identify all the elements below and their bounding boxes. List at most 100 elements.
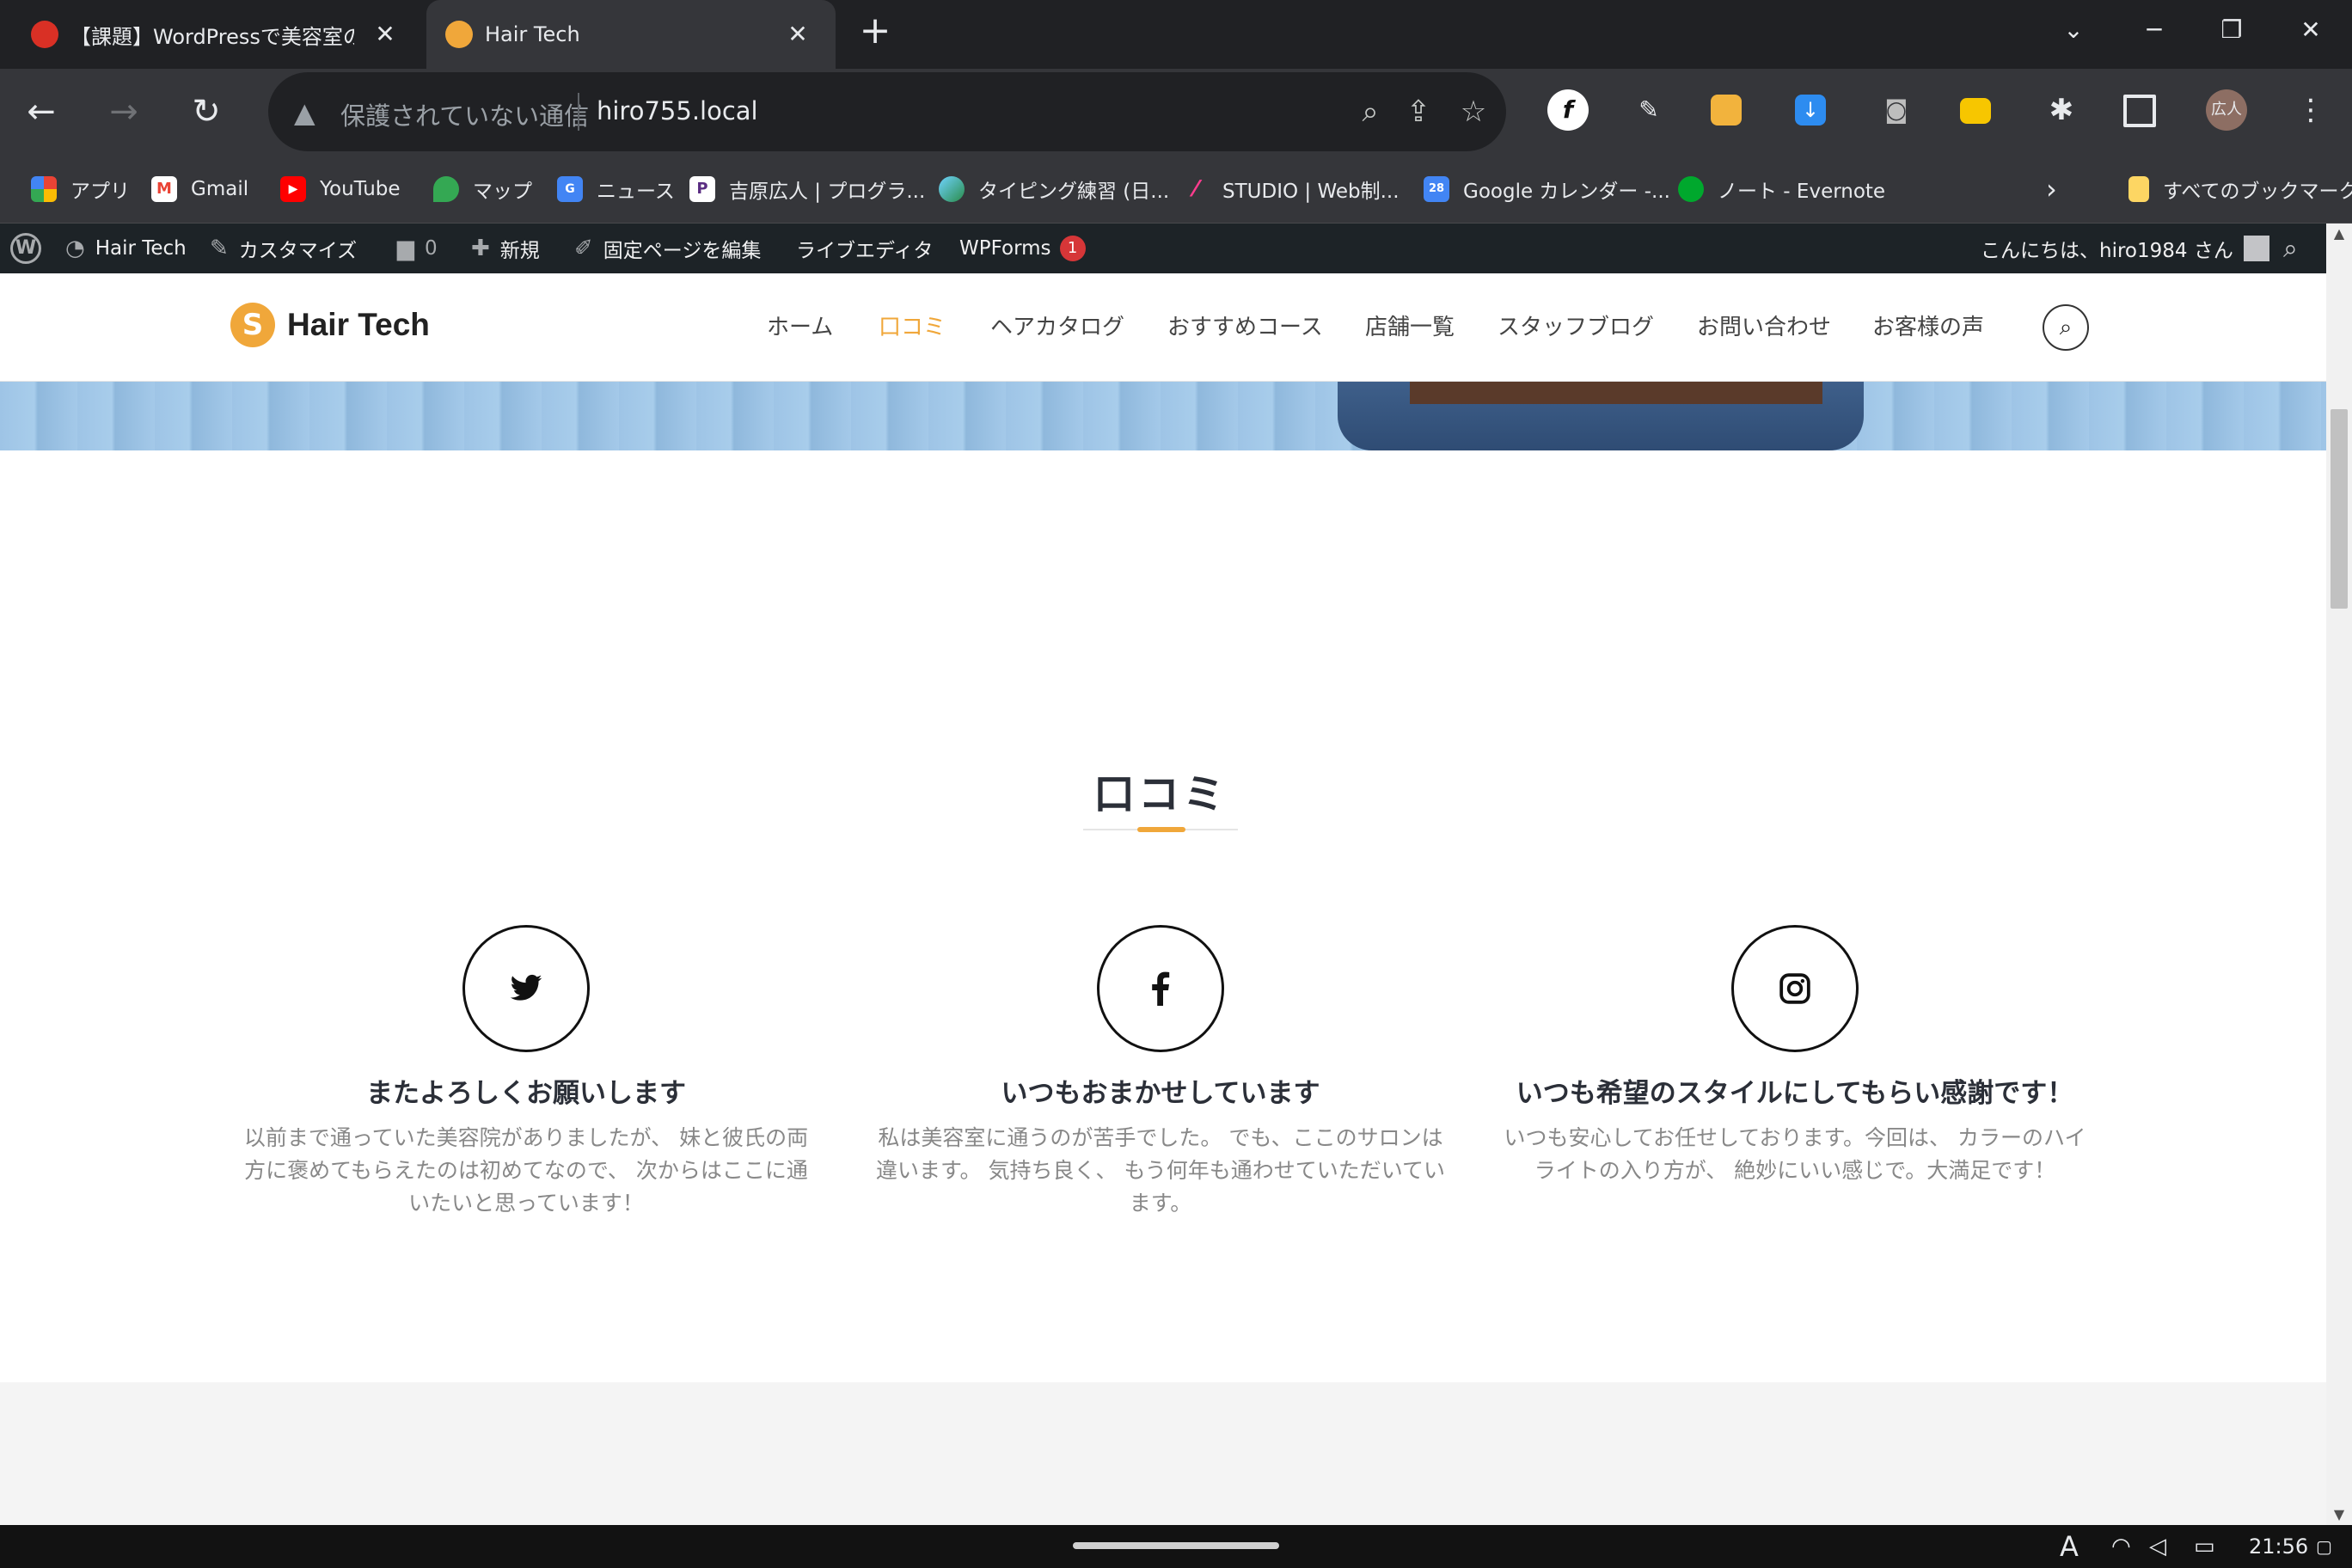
- bookmark-gmail[interactable]: M Gmail: [151, 174, 248, 205]
- clock[interactable]: 21:56: [2249, 1532, 2308, 1561]
- wp-new-label: 新規: [499, 240, 540, 262]
- back-icon[interactable]: ←: [19, 89, 64, 134]
- pencil-icon: ✐: [574, 236, 593, 261]
- page-scrollbar[interactable]: ▲ ▼: [2326, 224, 2352, 1525]
- comment-icon: ▆: [397, 236, 414, 261]
- volume-icon[interactable]: ◁: [2149, 1532, 2166, 1561]
- close-tab-icon[interactable]: ✕: [370, 19, 401, 50]
- bookmark-maps[interactable]: マップ: [433, 174, 532, 205]
- gesture-handle[interactable]: [1073, 1542, 1279, 1549]
- instagram-icon[interactable]: [1731, 925, 1859, 1052]
- close-window-icon[interactable]: ✕: [2285, 9, 2337, 52]
- wp-new-link[interactable]: ✚ 新規: [471, 224, 540, 273]
- wp-wpforms-label: WPForms: [959, 237, 1051, 260]
- typing-icon: [939, 176, 965, 202]
- wp-live-editor-label: ライブエディタ: [796, 240, 934, 262]
- font-ext-icon[interactable]: f: [1547, 89, 1589, 131]
- tab-strip: 【課題】WordPressで美容室のサ ✕ Hair Tech ✕ + ⌄ ─ …: [0, 0, 2352, 69]
- wp-edit-page-link[interactable]: ✐ 固定ページを編集: [574, 224, 761, 273]
- camera-ext-icon[interactable]: ◙: [1876, 89, 1917, 131]
- wp-account-link[interactable]: こんにちは、hiro1984 さん: [1981, 224, 2269, 273]
- battery-icon[interactable]: ▭: [2194, 1532, 2215, 1561]
- notifications-icon[interactable]: ▢: [2316, 1532, 2332, 1561]
- bookmark-youtube[interactable]: ▶ YouTube: [280, 174, 401, 205]
- review-card: いつもおまかせしています 私は美容室に通うのが苦手でした。 でも、ここのサロンは…: [860, 925, 1461, 1220]
- profile-avatar[interactable]: 広人: [2206, 89, 2247, 131]
- nav-stores[interactable]: 店舗一覧: [1365, 309, 1455, 341]
- all-bookmarks[interactable]: すべてのブックマーク: [2128, 174, 2352, 205]
- side-panel-icon[interactable]: [2123, 95, 2156, 127]
- wp-wpforms-link[interactable]: WPForms 1: [959, 224, 1086, 273]
- twitter-icon[interactable]: [462, 925, 590, 1052]
- wp-customize-link[interactable]: ✎ カスタマイズ: [210, 224, 357, 273]
- scroll-up-icon[interactable]: ▲: [2326, 224, 2352, 244]
- wifi-icon[interactable]: ◠: [2111, 1532, 2131, 1561]
- share-icon[interactable]: ⇪: [1398, 91, 1439, 132]
- minimize-icon[interactable]: ─: [2128, 9, 2180, 52]
- url-text[interactable]: hiro755.local: [597, 96, 758, 126]
- tab-search-chevron-icon[interactable]: ⌄: [2048, 9, 2099, 52]
- user-avatar-icon: [2243, 236, 2269, 261]
- ime-indicator[interactable]: A: [2060, 1532, 2079, 1561]
- bookmark-typing[interactable]: タイピング練習 (日...: [939, 174, 1169, 205]
- dashboard-icon: ◔: [65, 236, 85, 261]
- review-text: 以前まで通っていた美容院がありましたが、 妹と彼氏の両方に褒めてもらえたのは初め…: [243, 1125, 809, 1216]
- bookmark-label: タイピング練習 (日...: [978, 181, 1170, 203]
- logo-text: Hair Tech: [287, 307, 430, 342]
- nav-hair-catalog[interactable]: ヘアカタログ: [990, 309, 1124, 341]
- bookmark-evernote[interactable]: ノート - Evernote: [1678, 174, 1885, 205]
- forward-icon[interactable]: →: [101, 89, 146, 134]
- nav-customer-voice[interactable]: お客様の声: [1872, 309, 1984, 341]
- address-bar[interactable]: ▲ 保護されていない通信 hiro755.local ⌕ ⇪ ☆: [268, 72, 1506, 151]
- os-taskbar: A ◠ ◁ ▭ 21:56 ▢: [0, 1525, 2352, 1568]
- facebook-icon[interactable]: [1097, 925, 1224, 1052]
- wp-comments-count: 0: [425, 237, 438, 260]
- extensions-puzzle-icon[interactable]: ✱: [2041, 89, 2082, 131]
- download-ext-icon[interactable]: ↓: [1795, 95, 1826, 126]
- wp-admin-bar: W ◔ Hair Tech ✎ カスタマイズ ▆ 0 ✚ 新規 ✐ 固定ページを…: [0, 224, 2326, 273]
- wp-search-icon[interactable]: ⌕: [2283, 224, 2298, 273]
- wp-logo-icon[interactable]: W: [10, 224, 41, 273]
- bookmark-star-icon[interactable]: ☆: [1453, 91, 1494, 132]
- new-tab-button[interactable]: +: [856, 12, 894, 52]
- nav-home[interactable]: ホーム: [767, 309, 833, 341]
- bookmark-news[interactable]: G ニュース: [557, 174, 675, 205]
- bookmark-studio[interactable]: ⁄ STUDIO | Web制...: [1183, 174, 1400, 205]
- nav-reviews[interactable]: 口コミ: [879, 309, 946, 341]
- nav-contact[interactable]: お問い合わせ: [1697, 309, 1831, 341]
- review-text: いつも安心してお任せしております。今回は、 カラーのハイライトの入り方が、 絶妙…: [1504, 1125, 2086, 1183]
- zoom-icon[interactable]: ⌕: [1350, 91, 1391, 132]
- bookmark-label: Gmail: [191, 178, 249, 200]
- scroll-thumb[interactable]: [2331, 409, 2348, 609]
- notification-badge: 1: [1059, 236, 1086, 261]
- review-card: またよろしくお願いします 以前まで通っていた美容院がありましたが、 妹と彼氏の両…: [225, 925, 827, 1220]
- tab-favicon-icon: [445, 21, 473, 48]
- bookmark-apps[interactable]: アプリ: [31, 174, 130, 205]
- site-logo[interactable]: S Hair Tech: [230, 303, 430, 347]
- tab-hair-tech[interactable]: Hair Tech ✕: [426, 0, 836, 69]
- scroll-down-icon[interactable]: ▼: [2326, 1504, 2352, 1525]
- close-tab-icon[interactable]: ✕: [782, 19, 813, 50]
- wp-comments-link[interactable]: ▆ 0: [397, 224, 438, 273]
- menu-kebab-icon[interactable]: ⋮: [2290, 89, 2331, 131]
- reload-icon[interactable]: ↻: [184, 89, 229, 134]
- bookmark-programming[interactable]: P 吉原広人 | プログラ...: [689, 174, 925, 205]
- tab-assignment[interactable]: 【課題】WordPressで美容室のサ ✕: [0, 0, 423, 69]
- site-search-icon[interactable]: ⌕: [2043, 304, 2089, 351]
- nav-recommended-course[interactable]: おすすめコース: [1167, 309, 1323, 341]
- nav-staff-blog[interactable]: スタッフブログ: [1498, 309, 1654, 341]
- notes-ext-icon[interactable]: [1711, 95, 1742, 126]
- gmail-icon: M: [151, 176, 177, 202]
- wp-live-editor-link[interactable]: ライブエディタ: [796, 224, 933, 273]
- next-section-band: [0, 1382, 2326, 1525]
- bookmark-calendar[interactable]: 28 Google カレンダー -...: [1424, 174, 1670, 205]
- wp-site-link[interactable]: ◔ Hair Tech: [65, 224, 187, 273]
- bookmarks-overflow-icon[interactable]: ›: [2046, 173, 2057, 205]
- maps-icon: [433, 176, 459, 202]
- eyedropper-ext-icon[interactable]: ✎: [1628, 89, 1669, 131]
- bookmark-label: ニュース: [597, 181, 675, 203]
- restore-icon[interactable]: ❐: [2206, 9, 2257, 52]
- bookmark-label: マップ: [473, 181, 532, 203]
- script-ext-icon[interactable]: [1960, 98, 1991, 124]
- bookmark-label: Google カレンダー -...: [1463, 181, 1670, 203]
